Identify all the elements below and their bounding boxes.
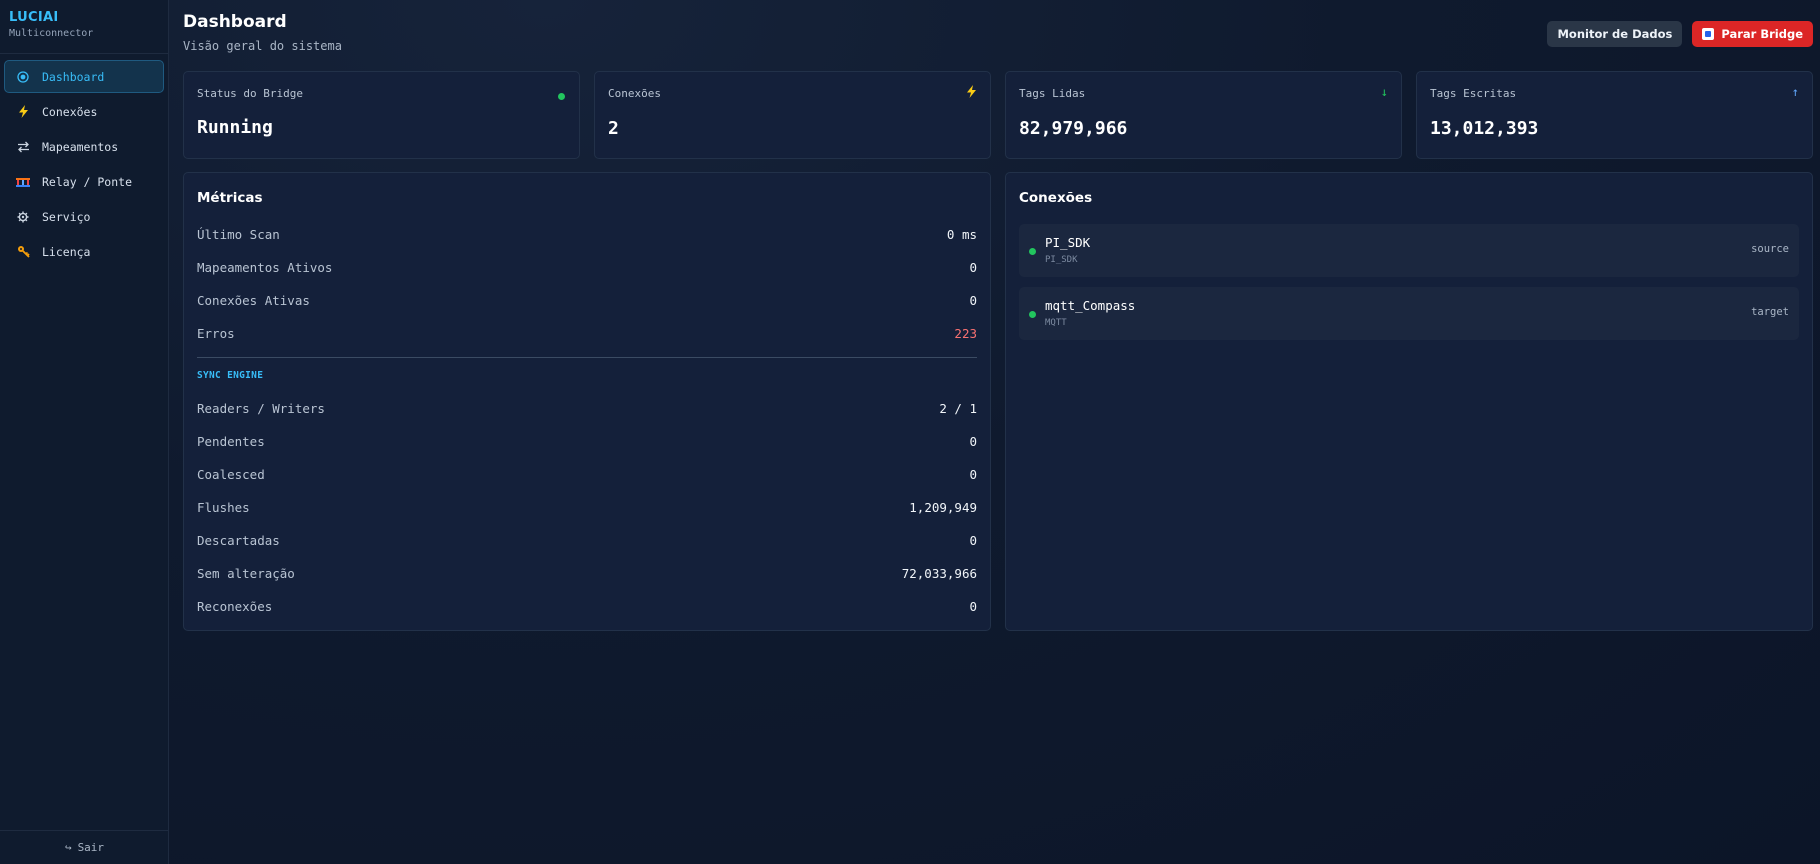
header-actions: Monitor de Dados Parar Bridge [1547,21,1813,47]
logout-button[interactable]: ↪ Sair [0,830,169,864]
sidebar-item-licenca[interactable]: Licença [4,235,164,268]
error-count-value: 223 [954,325,977,341]
logout-arrow-icon: ↪ [64,841,72,854]
app-window: LUCIAI Multiconnector Dashboard Conexões [0,0,1820,864]
gear-icon [16,210,30,224]
sidebar: LUCIAI Multiconnector Dashboard Conexões [0,0,169,864]
metric-row: Sem alteração 72,033,966 [197,563,977,583]
metric-label: Reconexões [197,598,273,614]
metric-value: 72,033,966 [901,565,977,581]
stat-value: 13,012,393 [1430,118,1539,139]
stat-label: Tags Lidas [1019,87,1086,100]
connection-name: PI_SDK [1045,235,1091,250]
brand-name: LUCIAI [9,10,59,25]
metric-row: Último Scan 0 ms [197,224,977,244]
metrics-panel: Métricas Último Scan 0 ms Mapeamentos At… [183,172,991,631]
sidebar-item-relay[interactable]: Relay / Ponte [4,165,164,198]
divider [197,357,977,358]
connection-item-pi-sdk[interactable]: PI_SDK PI_SDK source [1019,224,1799,277]
connection-type: MQTT [1045,318,1067,328]
page-subtitle: Visão geral do sistema [183,39,342,53]
metric-value: 0 [969,292,977,308]
stat-label: Tags Escritas [1430,87,1517,100]
sidebar-item-dashboard[interactable]: Dashboard [4,60,164,93]
stat-value: Running [197,117,273,138]
sidebar-item-label: Serviço [42,209,91,224]
metric-label: Flushes [197,499,250,515]
brand: LUCIAI Multiconnector [0,0,168,54]
stop-icon [1702,28,1715,40]
connection-name: mqtt_Compass [1045,298,1136,313]
sidebar-item-conexoes[interactable]: Conexões [4,95,164,128]
metric-label: Mapeamentos Ativos [197,259,333,275]
metric-row: Conexões Ativas 0 [197,290,977,310]
metric-label: Readers / Writers [197,400,325,416]
metric-row: Coalesced 0 [197,464,977,484]
metric-row: Reconexões 0 [197,596,977,616]
stat-card-tags-read: Tags Lidas ↓ 82,979,966 [1005,71,1402,159]
target-icon [16,70,30,84]
connections-title: Conexões [1019,190,1093,206]
stop-bridge-label: Parar Bridge [1721,27,1803,41]
metric-value: 2 / 1 [939,400,977,416]
metric-label: Coalesced [197,466,265,482]
connection-item-mqtt-compass[interactable]: mqtt_Compass MQTT target [1019,287,1799,340]
key-icon [16,245,30,259]
lightning-icon [966,85,977,101]
connection-type: PI_SDK [1045,255,1078,265]
stat-label: Conexões [608,87,661,100]
sidebar-item-label: Conexões [42,104,98,119]
lightning-icon [16,105,30,119]
sidebar-item-label: Licença [42,244,91,259]
metric-row: Erros 223 [197,323,977,343]
metric-label: Último Scan [197,226,280,242]
arrow-down-icon: ↓ [1380,85,1388,99]
metric-value: 0 [969,598,977,614]
metric-label: Descartadas [197,532,280,548]
stat-label: Status do Bridge [197,87,303,100]
connection-role: target [1751,306,1789,318]
connections-panel: Conexões PI_SDK PI_SDK source mqtt_Compa… [1005,172,1813,631]
status-dot-icon [558,89,565,103]
metric-value: 0 [969,466,977,482]
metric-row: Readers / Writers 2 / 1 [197,398,977,418]
sidebar-item-mapeamentos[interactable]: Mapeamentos [4,130,164,163]
status-dot-icon [1029,248,1036,255]
metric-row: Mapeamentos Ativos 0 [197,257,977,277]
sync-engine-heading: SYNC ENGINE [197,370,264,381]
stat-card-tags-written: Tags Escritas ↑ 13,012,393 [1416,71,1813,159]
bridge-icon [16,175,30,189]
page-title: Dashboard [183,12,287,32]
sidebar-nav: Dashboard Conexões Mapeamentos Relay / P… [0,54,168,276]
arrow-up-icon: ↑ [1791,85,1799,99]
stat-card-connections: Conexões 2 [594,71,991,159]
metric-row: Pendentes 0 [197,431,977,451]
swap-arrows-icon [16,140,30,154]
stop-bridge-button[interactable]: Parar Bridge [1692,21,1813,47]
metric-row: Descartadas 0 [197,530,977,550]
metric-value: 0 ms [946,226,977,242]
metric-value: 0 [969,259,977,275]
monitor-data-button[interactable]: Monitor de Dados [1547,21,1683,47]
metric-row: Flushes 1,209,949 [197,497,977,517]
metric-label: Sem alteração [197,565,295,581]
sidebar-item-label: Relay / Ponte [42,174,133,189]
metric-label: Conexões Ativas [197,292,310,308]
connection-role: source [1751,243,1789,255]
sidebar-item-label: Dashboard [42,69,105,84]
stat-card-status: Status do Bridge Running [183,71,580,159]
brand-subtitle: Multiconnector [9,28,94,39]
sidebar-item-servico[interactable]: Serviço [4,200,164,233]
metric-value: 0 [969,532,977,548]
status-dot-icon [1029,311,1036,318]
metric-value: 1,209,949 [909,499,977,515]
metric-value: 0 [969,433,977,449]
stat-value: 2 [608,118,619,139]
logout-label: Sair [77,841,105,854]
metric-label: Erros [197,325,235,341]
metrics-title: Métricas [197,190,263,206]
stat-value: 82,979,966 [1019,118,1128,139]
sidebar-item-label: Mapeamentos [42,139,119,154]
metric-label: Pendentes [197,433,265,449]
